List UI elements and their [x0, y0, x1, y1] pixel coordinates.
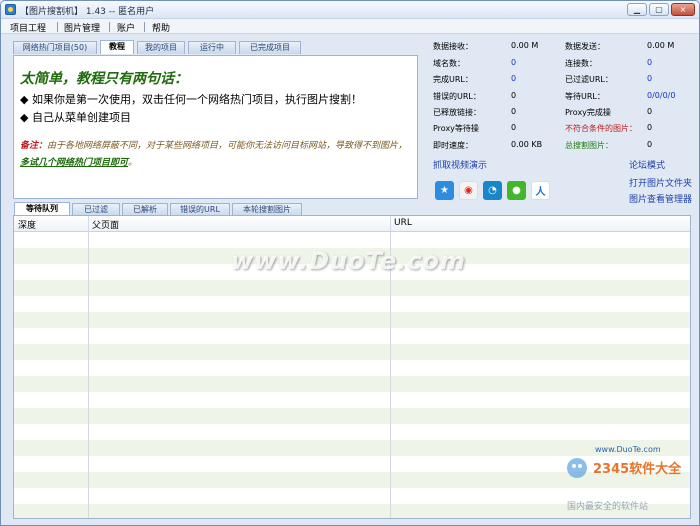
menu-account[interactable]: 账户: [117, 21, 135, 34]
stat-label-filtered-url: 已过滤URL：: [565, 75, 613, 84]
stat-label-proxy-completed: Proxy完成操: [565, 108, 611, 117]
stat-value-released-links: 0: [511, 107, 517, 116]
video-demo-link[interactable]: 抓取视频演示: [433, 158, 487, 171]
stat-value-data-sent: 0.00 M: [647, 41, 675, 50]
stat-value-instant-speed: 0.00 KB: [511, 140, 543, 149]
stat-value-proxy-completed: 0: [647, 107, 653, 116]
stat-value-rejected-images: 0: [647, 123, 653, 132]
wechat-icon[interactable]: ●: [507, 181, 526, 200]
image-viewer-link[interactable]: 图片查看管理器: [629, 192, 692, 205]
brand-logo: 2345软件大全: [567, 458, 682, 478]
menu-bar: 项目工程 图片管理 账户 帮助: [1, 19, 699, 34]
stat-value-error-url: 0: [511, 91, 517, 100]
stat-value-completed-url: 0: [511, 74, 517, 83]
column-depth[interactable]: 深度: [18, 218, 36, 231]
menu-separator: [109, 22, 110, 32]
duote-watermark: www.DuoTe.com: [231, 247, 466, 275]
table-row[interactable]: [14, 344, 690, 360]
try-hot-projects-link[interactable]: 多试几个网络热门项目即可: [20, 158, 128, 168]
window-title: 【图片搜割机】 1.43 -- 匿名用户: [20, 7, 155, 17]
column-url[interactable]: URL: [394, 218, 412, 228]
table-row[interactable]: [14, 376, 690, 392]
tab-tutorial[interactable]: 教程: [100, 40, 134, 54]
note-label: 备注：: [20, 141, 48, 151]
tutorial-headline: 太简单，教程只有两句话：: [20, 71, 188, 87]
menu-image-manage[interactable]: 图片管理: [64, 21, 100, 34]
stat-label-rejected-images: 不符合条件的图片：: [565, 124, 637, 133]
maximize-button[interactable]: ▢: [649, 3, 669, 16]
stat-value-domains: 0: [511, 58, 517, 67]
stat-value-proxy-waiting: 0: [511, 123, 517, 132]
tencent-weibo-icon[interactable]: ◔: [483, 181, 502, 200]
stat-label-instant-speed: 即时速度：: [433, 141, 473, 150]
stat-label-released-links: 已释放链接：: [433, 108, 481, 117]
renren-icon[interactable]: 人: [531, 181, 550, 200]
tutorial-note: 备注：由于各地网络屏蔽不同，对于某些网络项目，可能你无法访问目标网站，导致得不到…: [20, 138, 414, 172]
table-header: 深度 父页面 URL: [14, 216, 690, 232]
tutorial-panel: 太简单，教程只有两句话： ◆ 如果你是第一次使用，双击任何一个网络热门项目，执行…: [13, 55, 418, 199]
table-row[interactable]: [14, 392, 690, 408]
stat-value-connections: 0: [647, 58, 653, 67]
table-row[interactable]: [14, 280, 690, 296]
stat-label-total-images: 总搜割图片：: [565, 141, 613, 150]
table-row[interactable]: [14, 232, 690, 248]
stat-value-total-images: 0: [647, 140, 653, 149]
weibo-icon[interactable]: ◉: [459, 181, 478, 200]
menu-separator: [57, 22, 58, 32]
stat-label-error-url: 错误的URL：: [433, 92, 481, 101]
tutorial-step-1: ◆ 如果你是第一次使用，双击任何一个网络热门项目，执行图片搜割！: [20, 93, 362, 106]
forum-mode-link[interactable]: 论坛模式: [629, 158, 665, 171]
stat-label-data-sent: 数据发送：: [565, 42, 605, 51]
note-text: 由于各地网络屏蔽不同，对于某些网络项目，可能你无法访问目标网站，导致得不到图片，: [47, 141, 408, 151]
menu-project[interactable]: 项目工程: [10, 21, 46, 34]
table-row[interactable]: [14, 312, 690, 328]
stat-label-proxy-waiting: Proxy等待操: [433, 124, 479, 133]
stat-value-filtered-url: 0: [647, 74, 653, 83]
menu-help[interactable]: 帮助: [152, 21, 170, 34]
table-row[interactable]: [14, 328, 690, 344]
app-window: 【图片搜割机】 1.43 -- 匿名用户 ▁ ▢ × 项目工程 图片管理 账户 …: [0, 0, 700, 526]
stat-label-connections: 连接数：: [565, 59, 597, 68]
column-divider[interactable]: [88, 216, 89, 518]
tab-running[interactable]: 运行中: [188, 41, 236, 54]
brand-subtitle: 国内最安全的软件站: [567, 502, 649, 512]
title-bar: 【图片搜割机】 1.43 -- 匿名用户 ▁ ▢ ×: [1, 1, 699, 19]
close-button[interactable]: ×: [671, 3, 695, 16]
tutorial-step-2: ◆ 自己从菜单创建项目: [20, 111, 131, 124]
stat-value-waiting-url: 0/0/0/0: [647, 91, 676, 100]
stat-label-completed-url: 完成URL：: [433, 75, 473, 84]
open-image-folder-link[interactable]: 打开图片文件夹: [629, 176, 692, 189]
tab-hot-projects[interactable]: 网络热门项目(50): [13, 41, 97, 54]
stat-value-data-received: 0.00 M: [511, 41, 539, 50]
tab-waiting-queue[interactable]: 等待队列: [14, 202, 70, 216]
duote-small-watermark: www.DuoTe.com: [595, 445, 661, 454]
stat-label-waiting-url: 等待URL：: [565, 92, 605, 101]
column-parent-page[interactable]: 父页面: [92, 218, 119, 231]
tab-completed[interactable]: 已完成项目: [239, 41, 301, 54]
table-row[interactable]: [14, 440, 690, 456]
qzone-icon[interactable]: ★: [435, 181, 454, 200]
table-row[interactable]: [14, 296, 690, 312]
stat-label-domains: 域名数：: [433, 59, 465, 68]
table-row[interactable]: [14, 424, 690, 440]
tab-my-projects[interactable]: 我的项目: [137, 41, 185, 54]
app-icon: [5, 4, 16, 15]
menu-separator: [144, 22, 145, 32]
brand-logo-text: 2345软件大全: [593, 461, 682, 477]
table-row[interactable]: [14, 360, 690, 376]
minimize-button[interactable]: ▁: [627, 3, 647, 16]
note-end: 。: [128, 158, 138, 168]
table-row[interactable]: [14, 408, 690, 424]
stat-label-data-received: 数据接收：: [433, 42, 473, 51]
